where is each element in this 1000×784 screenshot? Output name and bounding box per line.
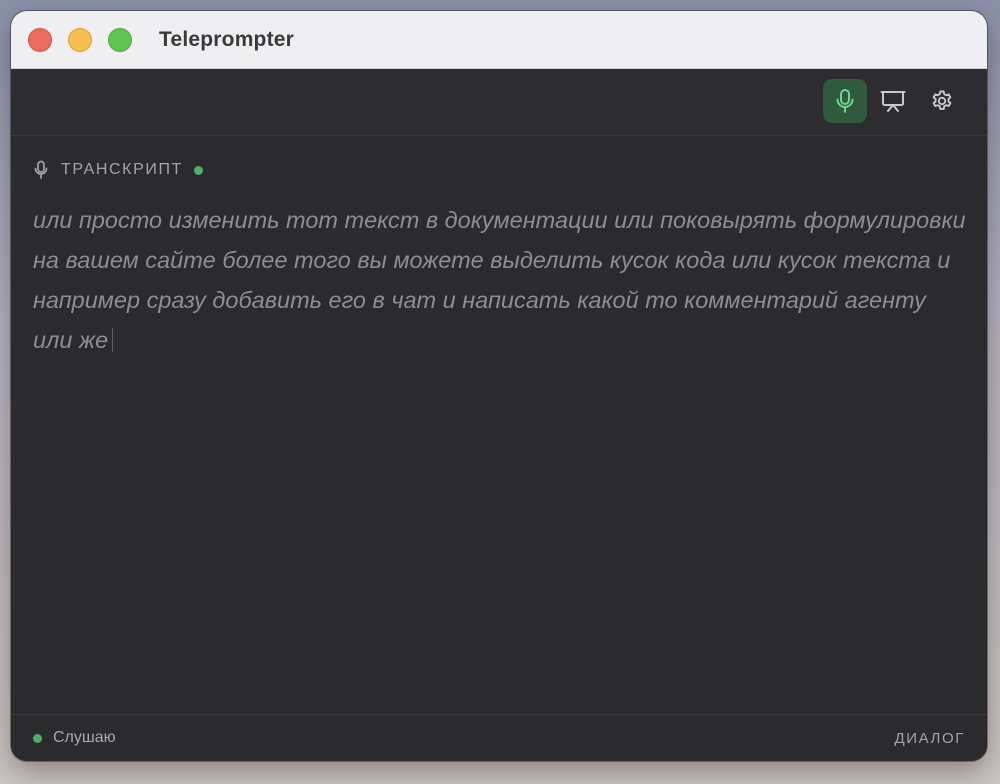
settings-button[interactable] bbox=[920, 79, 964, 123]
minimize-window-button[interactable] bbox=[68, 28, 92, 52]
listening-status: Слушаю bbox=[33, 715, 116, 761]
microphone-button[interactable] bbox=[823, 79, 867, 123]
transcript-line: на вашем сайте более того вы можете выде… bbox=[33, 247, 951, 273]
status-text: Слушаю bbox=[53, 729, 116, 746]
status-dot bbox=[33, 733, 42, 743]
app-window: Teleprompter ТРАНСКРИПТ или просто измен… bbox=[11, 11, 987, 761]
toolbar bbox=[11, 69, 987, 136]
transcript-text[interactable]: или просто изменить тот текст в документ… bbox=[33, 200, 969, 360]
dialog-mode-button[interactable]: ДИАЛОГ bbox=[894, 715, 965, 761]
mic-icon bbox=[34, 160, 48, 179]
transcript-line: или просто изменить тот текст в документ… bbox=[33, 207, 966, 233]
live-indicator-dot bbox=[193, 165, 203, 175]
presentation-icon bbox=[880, 91, 906, 112]
transcript-title: ТРАНСКРИПТ bbox=[61, 161, 183, 178]
transcript-line: например сразу добавить его в чат и напи… bbox=[33, 287, 926, 313]
mic-icon bbox=[836, 89, 854, 113]
title-bar[interactable]: Teleprompter bbox=[11, 11, 987, 69]
transcript-line-current: или же bbox=[33, 320, 969, 360]
status-bar: Слушаю ДИАЛОГ bbox=[11, 714, 987, 761]
gear-icon bbox=[932, 90, 952, 110]
text-caret bbox=[112, 328, 114, 352]
presentation-button[interactable] bbox=[871, 79, 915, 123]
transcript-panel: ТРАНСКРИПТ или просто изменить тот текст… bbox=[11, 136, 987, 714]
close-window-button[interactable] bbox=[28, 28, 52, 52]
window-title: Teleprompter bbox=[159, 28, 295, 51]
maximize-window-button[interactable] bbox=[108, 28, 132, 52]
transcript-line: или же bbox=[33, 327, 109, 353]
transcript-header: ТРАНСКРИПТ bbox=[33, 158, 203, 182]
